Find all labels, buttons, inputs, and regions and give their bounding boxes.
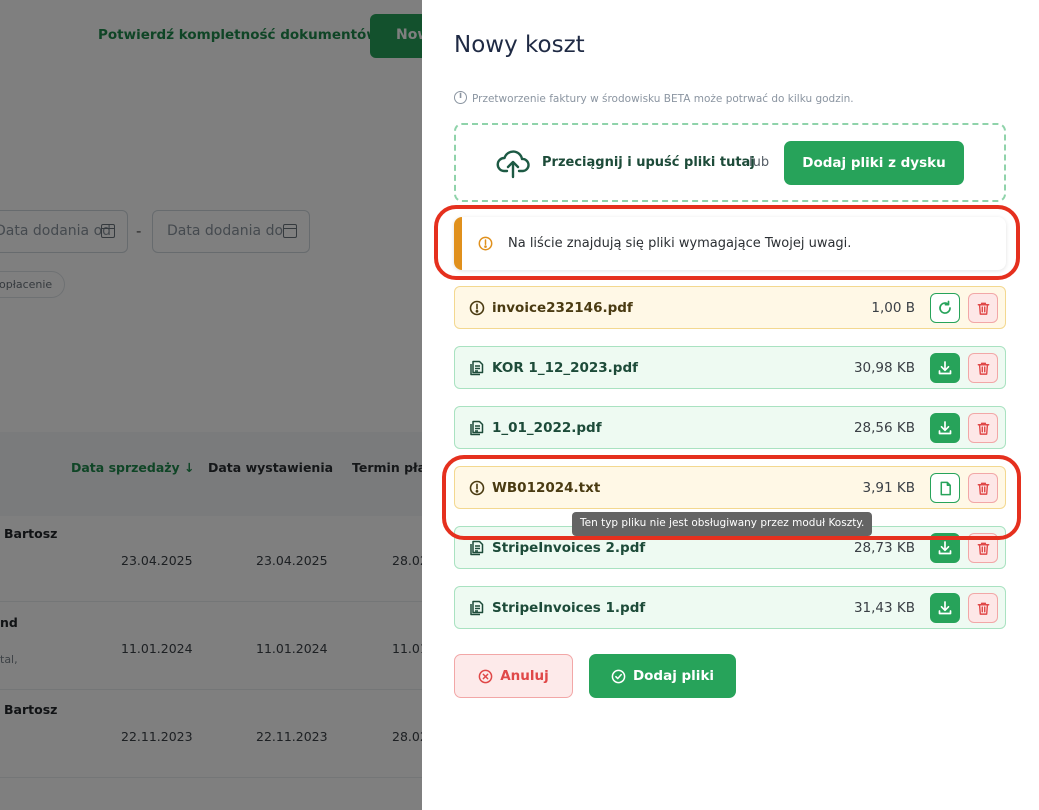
delete-button[interactable]	[968, 353, 998, 383]
file-type-button[interactable]	[930, 473, 960, 503]
document-icon	[470, 360, 484, 376]
file-row: StripeInvoices 1.pdf 31,43 KB	[454, 586, 1006, 629]
delete-button[interactable]	[968, 593, 998, 623]
trash-icon	[977, 542, 989, 555]
add-files-label: Dodaj pliki	[632, 668, 715, 684]
download-button[interactable]	[930, 413, 960, 443]
file-row: WB012024.txt 3,91 KB	[454, 466, 1006, 509]
add-files-button[interactable]: Dodaj pliki	[589, 654, 736, 698]
delete-button[interactable]	[968, 533, 998, 563]
file-name: WB012024.txt	[492, 480, 601, 496]
close-circle-icon	[478, 669, 493, 683]
download-icon	[938, 361, 952, 375]
cancel-label: Anuluj	[500, 668, 549, 684]
file-icon	[940, 481, 951, 495]
download-button[interactable]	[930, 533, 960, 563]
file-name: StripeInvoices 2.pdf	[492, 540, 646, 556]
check-circle-icon	[611, 669, 626, 683]
add-files-from-disk-button[interactable]: Dodaj pliki z dysku	[784, 141, 964, 185]
file-size: 3,91 KB	[862, 480, 915, 496]
warning-text: Na liście znajdują się pliki wymagające …	[508, 236, 852, 251]
warning-icon	[469, 480, 485, 496]
file-name: 1_01_2022.pdf	[492, 420, 602, 436]
warning-accent-bar	[454, 217, 462, 270]
warning-icon	[469, 300, 485, 316]
file-size: 1,00 B	[871, 300, 915, 316]
refresh-icon	[939, 300, 951, 314]
download-button[interactable]	[930, 353, 960, 383]
dropzone-or: lub	[749, 155, 770, 170]
beta-info: Przetworzenie faktury w środowisku BETA …	[454, 91, 854, 105]
file-size: 28,56 KB	[853, 420, 915, 436]
cloud-upload-icon	[496, 150, 530, 179]
file-size: 30,98 KB	[853, 360, 915, 376]
trash-icon	[977, 362, 989, 375]
dropzone-text: Przeciągnij i upuść pliki tutaj	[542, 155, 755, 170]
file-size: 28,73 KB	[853, 540, 915, 556]
info-icon	[454, 91, 467, 104]
file-row: invoice232146.pdf 1,00 B	[454, 286, 1006, 329]
beta-info-text: Przetworzenie faktury w środowisku BETA …	[472, 93, 854, 105]
document-icon	[470, 600, 484, 616]
file-name: StripeInvoices 1.pdf	[492, 600, 646, 616]
download-icon	[938, 601, 952, 615]
download-icon	[938, 541, 952, 555]
delete-button[interactable]	[968, 413, 998, 443]
file-row: KOR 1_12_2023.pdf 30,98 KB	[454, 346, 1006, 389]
trash-icon	[977, 302, 989, 315]
file-size: 31,43 KB	[853, 600, 915, 616]
file-name: KOR 1_12_2023.pdf	[492, 360, 639, 376]
download-icon	[938, 421, 952, 435]
delete-button[interactable]	[968, 293, 998, 323]
file-name: invoice232146.pdf	[492, 300, 633, 316]
delete-button[interactable]	[968, 473, 998, 503]
file-dropzone[interactable]: Przeciągnij i upuść pliki tutaj lub Doda…	[454, 123, 1006, 202]
drawer-title: Nowy koszt	[454, 32, 585, 58]
download-button[interactable]	[930, 593, 960, 623]
new-cost-drawer: Nowy koszt Przetworzenie faktury w środo…	[422, 0, 1039, 810]
trash-icon	[977, 422, 989, 435]
trash-icon	[977, 482, 989, 495]
document-icon	[470, 540, 484, 556]
warning-icon	[478, 236, 493, 251]
unsupported-file-tooltip: Ten typ pliku nie jest obsługiwany przez…	[572, 512, 873, 536]
attention-warning: Na liście znajdują się pliki wymagające …	[454, 217, 1006, 270]
document-icon	[470, 420, 484, 436]
file-row: 1_01_2022.pdf 28,56 KB	[454, 406, 1006, 449]
cancel-button[interactable]: Anuluj	[454, 654, 573, 698]
trash-icon	[977, 602, 989, 615]
retry-button[interactable]	[930, 293, 960, 323]
